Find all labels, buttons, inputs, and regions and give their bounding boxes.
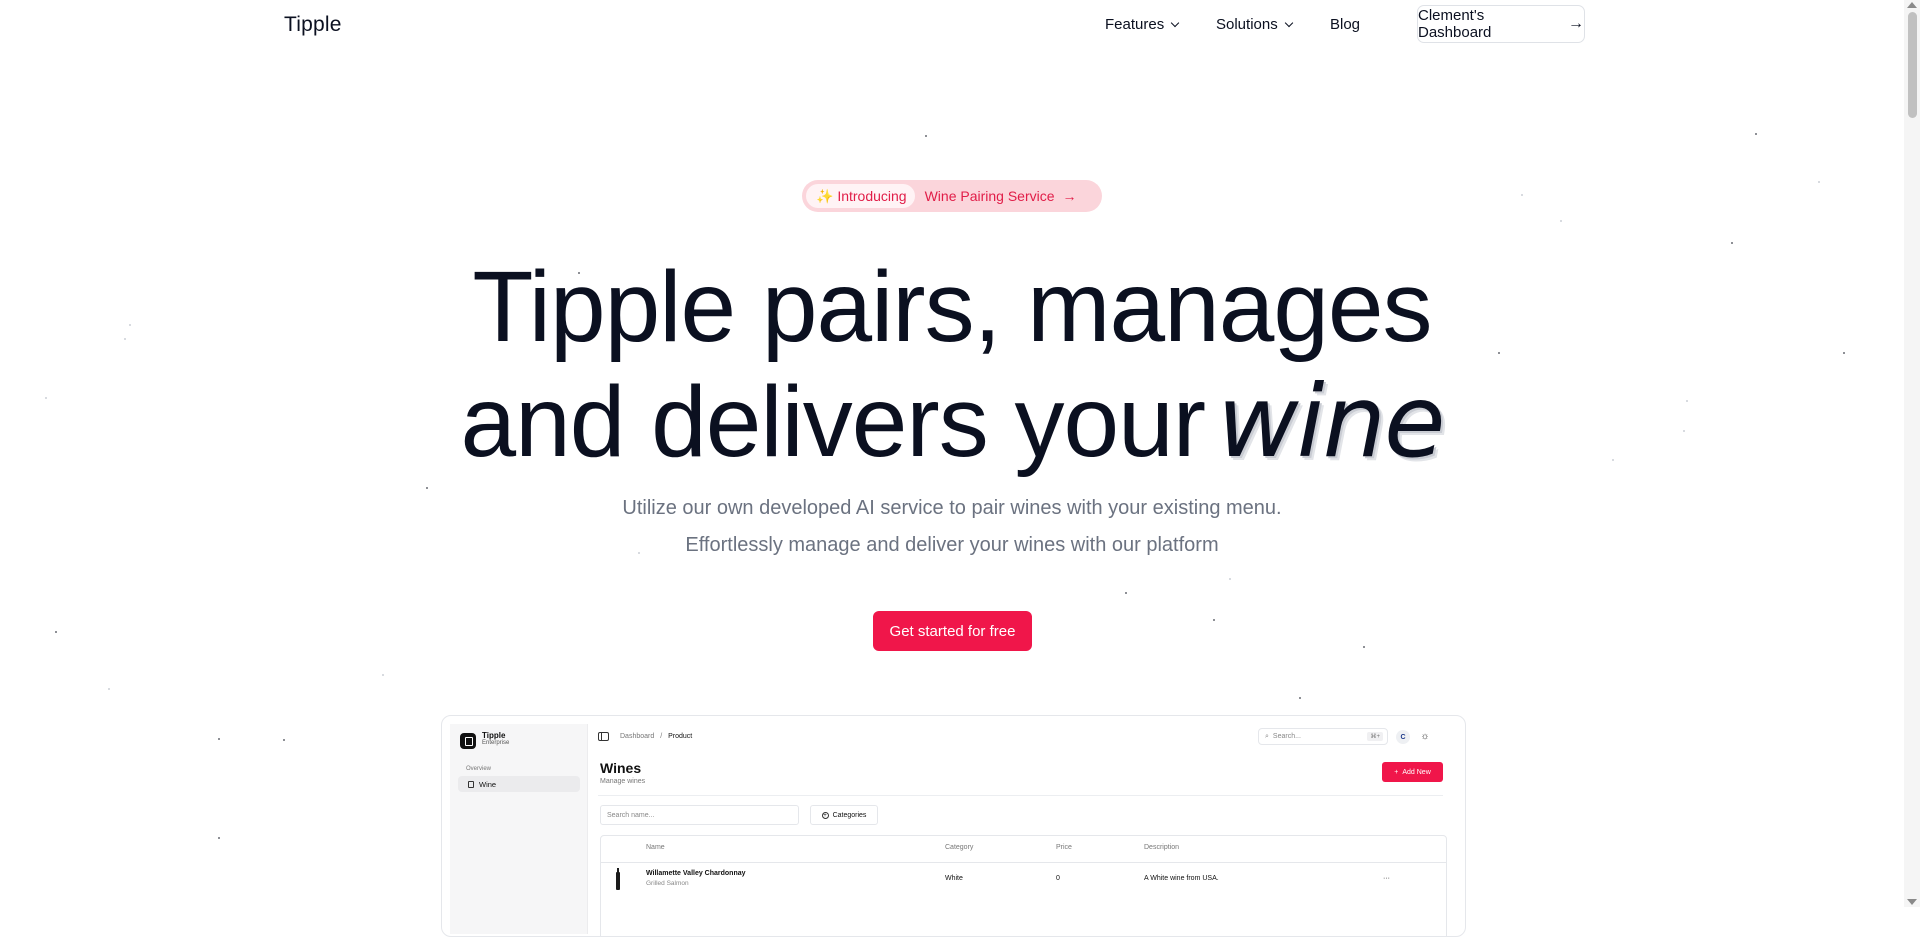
scroll-thumb[interactable] bbox=[1908, 12, 1917, 118]
nav-features[interactable]: Features bbox=[1105, 16, 1180, 33]
row-price: 0 bbox=[1056, 875, 1060, 882]
categories-filter-button[interactable]: + Categories bbox=[810, 805, 878, 825]
plus-circle-icon: + bbox=[821, 811, 829, 819]
row-description: A White wine from USA. bbox=[1144, 875, 1219, 882]
divider bbox=[598, 795, 1443, 796]
add-new-button[interactable]: + Add New bbox=[1382, 762, 1443, 782]
scrollbar[interactable] bbox=[1904, 0, 1920, 907]
dashboard-button[interactable]: Clement's Dashboard → bbox=[1417, 5, 1585, 43]
preview-main: Dashboard / Product ⌕ Search... ⌘+ C ☼ W… bbox=[588, 724, 1458, 936]
breadcrumb-separator: / bbox=[660, 733, 663, 740]
hero-subtitle-1: Utilize our own developed AI service to … bbox=[622, 497, 1282, 519]
plus-icon: + bbox=[1394, 768, 1399, 776]
dashboard-button-label: Clement's Dashboard bbox=[1418, 7, 1492, 41]
preview-sidebar-item-wine[interactable]: Wine bbox=[458, 776, 580, 792]
nav-features-label: Features bbox=[1105, 16, 1165, 33]
wine-bottle-icon bbox=[616, 868, 620, 890]
preview-search-placeholder: Search... bbox=[1272, 733, 1301, 740]
app-preview: Tipple Enterprise Overview Wine Dashboar… bbox=[441, 715, 1466, 937]
search-name-input[interactable]: Search name... bbox=[600, 805, 799, 825]
hero-title-accent: wine bbox=[1217, 363, 1445, 480]
preview-page-title: Wines bbox=[600, 760, 642, 776]
preview-sidebar: Tipple Enterprise Overview Wine bbox=[450, 724, 588, 934]
column-header-name: Name bbox=[646, 844, 665, 851]
arrow-right-icon: → bbox=[1568, 15, 1584, 32]
column-header-category: Category bbox=[945, 844, 974, 851]
nav-solutions[interactable]: Solutions bbox=[1216, 16, 1293, 33]
search-shortcut: ⌘+ bbox=[1367, 732, 1383, 741]
breadcrumb-dashboard[interactable]: Dashboard bbox=[620, 733, 654, 740]
row-category: White bbox=[945, 875, 963, 882]
preview-sidebar-item-wine-label: Wine bbox=[479, 779, 497, 789]
preview-brand: Tipple bbox=[482, 731, 506, 740]
search-icon: ⌕ bbox=[1265, 732, 1269, 740]
preview-brand-sub: Enterprise bbox=[482, 740, 510, 746]
breadcrumb-product: Product bbox=[668, 733, 693, 740]
announcement-badge[interactable]: ✨ Introducing Wine Pairing Service → bbox=[802, 180, 1102, 212]
wines-table: Name Category Price Description Willamet… bbox=[600, 835, 1447, 936]
hero-title-line-1: Tipple pairs, manages bbox=[472, 251, 1432, 363]
chevron-down-icon bbox=[1284, 18, 1293, 28]
badge-intro-pill: ✨ Introducing bbox=[806, 184, 915, 208]
column-header-price: Price bbox=[1056, 844, 1072, 851]
preview-overview-label: Overview bbox=[466, 766, 492, 772]
badge-link[interactable]: Wine Pairing Service → bbox=[925, 188, 1077, 204]
nav-blog[interactable]: Blog bbox=[1330, 16, 1360, 33]
row-actions-button[interactable]: ··· bbox=[1383, 875, 1390, 882]
avatar[interactable]: C bbox=[1396, 730, 1410, 744]
nav-solutions-label: Solutions bbox=[1216, 16, 1278, 33]
hero-title-line-2-text: and delivers your bbox=[460, 366, 1206, 478]
get-started-button[interactable]: Get started for free bbox=[873, 611, 1032, 651]
scroll-down-arrow-icon[interactable] bbox=[1907, 899, 1917, 905]
sidebar-toggle-icon[interactable] bbox=[598, 732, 609, 741]
table-header-divider bbox=[601, 862, 1446, 863]
chevron-down-icon bbox=[1170, 18, 1180, 28]
row-pairing: Grilled Salmon bbox=[646, 880, 689, 887]
preview-search-input[interactable]: ⌕ Search... ⌘+ bbox=[1258, 728, 1388, 745]
preview-breadcrumb: Dashboard / Product bbox=[620, 733, 692, 740]
categories-label: Categories bbox=[832, 811, 867, 819]
row-name: Willamette Valley Chardonnay bbox=[646, 870, 746, 877]
badge-intro-label: ✨ Introducing bbox=[816, 187, 907, 204]
arrow-right-icon: → bbox=[1062, 188, 1077, 204]
hero-subtitle-2: Effortlessly manage and deliver your win… bbox=[685, 534, 1219, 556]
logo[interactable]: Tipple bbox=[284, 13, 342, 37]
bottle-icon bbox=[468, 780, 474, 788]
hero-title-line-2: and delivers your wine bbox=[0, 372, 1904, 473]
badge-text: Wine Pairing Service bbox=[924, 188, 1055, 204]
preview-page-subtitle: Manage wines bbox=[600, 778, 646, 785]
preview-logo-icon bbox=[460, 733, 476, 749]
add-new-label: Add New bbox=[1402, 768, 1431, 776]
scroll-up-arrow-icon[interactable] bbox=[1907, 2, 1917, 8]
theme-toggle-icon[interactable]: ☼ bbox=[1418, 730, 1432, 744]
column-header-description: Description bbox=[1144, 844, 1180, 851]
top-nav: Tipple Features Solutions Blog Clement's… bbox=[0, 0, 1904, 50]
